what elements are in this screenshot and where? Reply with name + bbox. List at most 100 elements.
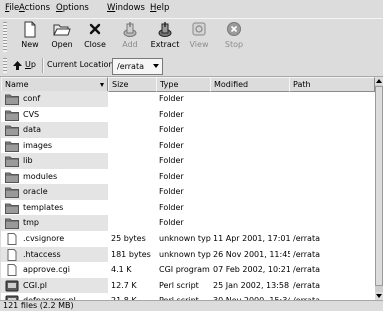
file-type: unknown type <box>159 249 211 259</box>
folder-icon <box>5 125 19 137</box>
column-header-type[interactable]: Type <box>156 77 211 92</box>
folder-icon <box>5 187 19 199</box>
file-size <box>111 138 155 154</box>
extract-button[interactable]: Extract <box>146 21 184 53</box>
folder-icon <box>5 141 19 152</box>
document-icon <box>7 248 17 261</box>
file-size: 21.8 K <box>111 293 155 300</box>
file-name-cell: images <box>1 138 108 154</box>
file-size <box>111 200 155 216</box>
file-row[interactable]: CGI.pl 12.7 K Perl script 25 Jan 2002, 13:5… <box>1 277 375 294</box>
file-row[interactable]: approve.cgi 4.1 K CGI program 07 Feb 2002, … <box>1 262 375 278</box>
view-icon <box>192 22 206 36</box>
file-type: Folder <box>159 218 184 228</box>
file-row[interactable]: oracle Folder <box>1 184 375 200</box>
file-path: /errata <box>293 280 320 290</box>
file-name-cell: templates <box>1 200 108 216</box>
close-button[interactable]: Close <box>76 21 114 53</box>
column-header-modified[interactable]: Modified <box>210 77 290 92</box>
file-size <box>111 107 155 123</box>
stop-icon <box>227 22 241 36</box>
close-x-icon <box>89 23 101 35</box>
scroll-thumb[interactable] <box>375 86 383 286</box>
menu-actions[interactable]: Actions <box>19 3 50 13</box>
file-name-cell: CGI.pl <box>1 277 108 294</box>
file-row[interactable]: modules Folder <box>1 169 375 185</box>
file-modified <box>213 169 290 185</box>
file-path <box>293 200 373 216</box>
stop-button[interactable]: Stop <box>215 21 253 53</box>
file-type: Folder <box>159 94 184 103</box>
file-row[interactable]: conf Folder <box>1 91 375 107</box>
scroll-up-arrow-icon[interactable] <box>375 77 383 85</box>
toolbar-grip[interactable] <box>3 22 7 52</box>
document-icon <box>7 264 17 277</box>
script-icon <box>5 280 19 292</box>
file-modified <box>213 107 290 123</box>
menu-options[interactable]: Options <box>56 3 89 13</box>
file-path <box>293 184 373 200</box>
folder-icon <box>5 156 19 168</box>
file-row[interactable]: data Folder <box>1 122 375 138</box>
file-size <box>111 184 155 200</box>
file-size <box>111 91 155 107</box>
file-size <box>111 122 155 138</box>
file-name: modules <box>23 171 58 181</box>
file-name-cell: conf <box>1 91 108 107</box>
location-value: /errata <box>117 62 144 71</box>
scroll-down-arrow-icon[interactable] <box>375 292 383 300</box>
file-name: tmp <box>23 218 40 228</box>
file-name-cell: oracle <box>1 184 108 200</box>
file-size: 4.1 K <box>111 265 132 275</box>
file-modified: 25 Jan 2002, 13:58 <box>213 280 290 290</box>
extract-archive-icon <box>158 22 172 37</box>
location-bar: Up Current Location: /errata <box>0 55 383 77</box>
file-row[interactable]: lib Folder <box>1 153 375 169</box>
file-path: /errata <box>293 265 320 275</box>
column-header-size[interactable]: Size <box>108 77 157 92</box>
file-row[interactable]: .htaccess 181 bytes unknown type 26 Nov 200… <box>1 246 375 263</box>
file-modified: 30 Nov 2000, 15:34 <box>213 293 290 300</box>
file-name: .cvsignore <box>23 233 65 243</box>
status-text: 121 files (2.2 MB) <box>3 301 74 310</box>
file-row[interactable]: CVS Folder <box>1 107 375 123</box>
new-document-icon <box>24 21 36 38</box>
vertical-scrollbar[interactable] <box>375 77 383 300</box>
file-path <box>293 122 373 138</box>
file-type: Folder <box>159 125 184 135</box>
location-grip[interactable] <box>3 58 7 73</box>
folder-icon <box>5 94 19 105</box>
file-path <box>293 91 373 107</box>
location-combo[interactable]: /errata <box>112 58 163 75</box>
column-header-path[interactable]: Path <box>289 77 375 92</box>
file-row[interactable]: .cvsignore 25 bytes unknown type 11 Apr 200… <box>1 231 375 247</box>
file-row[interactable]: defparams.pl 21.8 K Perl script30 Nov 2000… <box>1 293 375 300</box>
file-name: CGI.pl <box>23 280 47 290</box>
file-type: Perl script <box>159 280 199 290</box>
file-size <box>111 215 155 231</box>
file-name: .htaccess <box>23 249 61 259</box>
file-size <box>111 169 155 185</box>
file-name: data <box>23 125 42 135</box>
file-name-cell: .htaccess <box>1 246 108 263</box>
folder-icon <box>5 110 19 121</box>
file-row[interactable]: templates Folder <box>1 200 375 216</box>
up-button[interactable]: Up <box>12 58 40 73</box>
file-name-cell: tmp <box>1 215 108 231</box>
menu-windows[interactable]: Windows <box>107 3 145 13</box>
menu-file[interactable]: File <box>5 3 19 13</box>
dropdown-arrow-icon[interactable] <box>153 64 159 68</box>
file-path <box>293 153 373 169</box>
file-name: images <box>23 140 53 150</box>
menu-help[interactable]: Help <box>150 3 169 13</box>
file-modified <box>213 91 290 107</box>
file-name-cell: lib <box>1 153 108 169</box>
column-header-bar: Name Size Type Modified Path <box>1 77 375 92</box>
add-button[interactable]: Add <box>111 21 149 53</box>
file-rows: conf Folder CVS Folder data Folder images Folde… <box>1 91 375 300</box>
file-row[interactable]: images Folder <box>1 138 375 154</box>
view-button[interactable]: View <box>180 21 218 53</box>
file-row[interactable]: tmp Folder <box>1 215 375 231</box>
column-header-name[interactable]: Name <box>1 77 108 92</box>
file-path <box>293 138 373 154</box>
